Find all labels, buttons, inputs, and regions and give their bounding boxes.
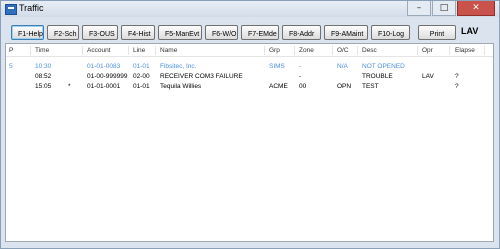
f5-manevt-button[interactable]: F5-ManEvt [158, 25, 202, 40]
column-header-zone[interactable]: Zone [299, 45, 314, 56]
function-key-toolbar: F1-Help F2-Sch F3-OUS F4-Hist F5-ManEvt … [5, 25, 497, 43]
f8-addr-button[interactable]: F8-Addr [282, 25, 321, 40]
title-bar[interactable]: Traffic – □ ✕ [1, 1, 499, 17]
cell-zone: 00 [299, 83, 307, 90]
cell-time: 15:05 [35, 83, 52, 90]
traffic-window: Traffic – □ ✕ F1-Help F2-Sch F3-OUS F4-H… [0, 0, 500, 249]
minimize-icon[interactable]: – [407, 1, 431, 16]
column-header-account[interactable]: Account [87, 45, 111, 56]
column-header-time[interactable]: Time [35, 45, 49, 56]
window-controls: – □ ✕ [406, 1, 495, 17]
cell-line: 01-01 [133, 83, 150, 90]
cell-account: 01-01-0001 [87, 83, 121, 90]
f1-help-button[interactable]: F1-Help [11, 25, 44, 40]
column-header-opr[interactable]: Opr [422, 45, 433, 56]
f9-amaint-button[interactable]: F9-AMaint [324, 25, 368, 40]
column-header-desc[interactable]: Desc [362, 45, 377, 56]
close-icon[interactable]: ✕ [457, 1, 495, 16]
column-header-oc[interactable]: O/C [337, 45, 349, 56]
column-header-p[interactable]: P [9, 45, 13, 56]
cell-grp: ACME [269, 83, 288, 90]
print-button[interactable]: Print [418, 25, 456, 40]
f6-wo-button[interactable]: F6-W/O [205, 25, 238, 40]
window-title: Traffic [19, 3, 44, 13]
column-header-grp[interactable]: Grp [269, 45, 280, 56]
app-icon [5, 4, 17, 15]
maximize-icon[interactable]: □ [432, 1, 456, 16]
column-header-line[interactable]: Line [133, 45, 145, 56]
f7-emde-button[interactable]: F7-EMde [241, 25, 279, 40]
f3-ous-button[interactable]: F3-OUS [82, 25, 118, 40]
traffic-list[interactable]: P Time Account Line Name Grp Zone O/C De… [5, 43, 494, 242]
cell-oc: OPN [337, 83, 352, 90]
f10-log-button[interactable]: F10-Log [371, 25, 410, 40]
cell-mark: * [68, 83, 71, 90]
column-header-row: P Time Account Line Name Grp Zone O/C De… [6, 45, 493, 57]
column-header-elapse[interactable]: Elapse [455, 45, 475, 56]
cell-name: Tequila Willies [160, 83, 202, 90]
cell-elapse: ? [455, 83, 459, 90]
operator-label: LAV [461, 26, 479, 36]
cell-desc: TEST [362, 83, 379, 90]
f4-hist-button[interactable]: F4-Hist [121, 25, 155, 40]
f2-sch-button[interactable]: F2-Sch [47, 25, 79, 40]
table-row[interactable]: 15:05 * 01-01-0001 01-01 Tequila Willies… [6, 81, 493, 92]
column-header-name[interactable]: Name [160, 45, 177, 56]
